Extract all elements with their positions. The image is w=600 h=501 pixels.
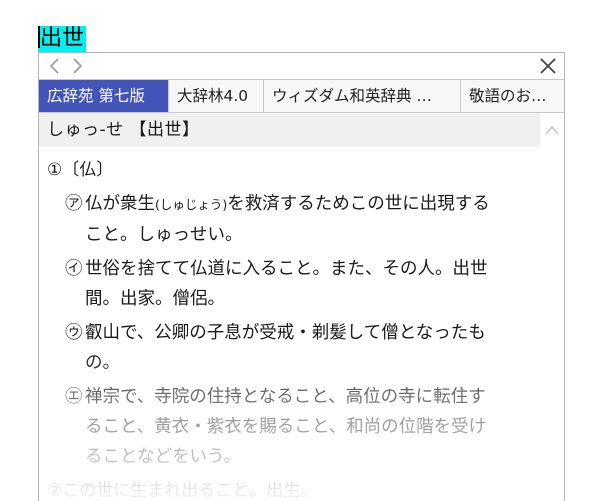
- sense-mark: ㋑: [65, 259, 83, 279]
- sense-text-cont: ること、黄衣・紫衣を賜ること、和尚の位階を受け: [85, 417, 487, 437]
- close-icon[interactable]: [538, 56, 558, 76]
- popup-navbar: [39, 53, 564, 79]
- scroll-up-icon[interactable]: [544, 121, 560, 135]
- reading-gloss: (しゅじょう): [155, 197, 228, 212]
- sense-1c: ㋒叡山で、公卿の子息が受戒・剃髪して僧となったも の。: [65, 318, 540, 378]
- chevron-left-icon[interactable]: [45, 55, 65, 77]
- sense-mark: ㋓: [65, 387, 83, 407]
- selected-word-text: 出世: [40, 26, 85, 51]
- chevron-right-icon[interactable]: [67, 55, 87, 77]
- dictionary-tabs: 広辞苑 第七版 大辞林4.0 ウィズダム和英辞典 … 敬語のお辞典: [39, 79, 564, 113]
- sense-1a: ㋐仏が衆生(しゅじょう)を救済するためこの世に出現する こと。しゅっせい。: [65, 189, 540, 250]
- sense-mark: ㋒: [65, 323, 83, 343]
- sense-mark: ㋐: [65, 194, 83, 214]
- sense-text-cont: ることなどをいう。: [85, 447, 241, 467]
- sense-text-cont: の。: [85, 353, 120, 373]
- sense-text-cont: こと。しゅっせい。: [85, 225, 243, 245]
- entry-body: ①〔仏〕 ㋐仏が衆生(しゅじょう)を救済するためこの世に出現する こと。しゅっせ…: [39, 149, 540, 501]
- tab-koujien[interactable]: 広辞苑 第七版: [39, 80, 169, 112]
- tab-daijirin[interactable]: 大辞林4.0: [169, 80, 264, 112]
- scrollbar[interactable]: [540, 113, 564, 501]
- tab-wisdom-waei[interactable]: ウィズダム和英辞典 …: [264, 80, 461, 112]
- entry-headword: しゅっ‐せ 【出世】: [39, 113, 540, 147]
- sense-text: 世俗を捨てて仏道に入ること。また、その人。出世: [85, 259, 488, 279]
- sense-text: 仏が衆生: [85, 194, 155, 214]
- sense-text-cont: 間。出家。僧侶。: [85, 289, 225, 309]
- selected-word-highlight: 出世: [38, 26, 87, 52]
- sense-1-label: ①〔仏〕: [47, 160, 114, 180]
- sense-text: を救済するためこの世に出現する: [227, 194, 490, 214]
- sense-2: ②この世に生まれ出ること。出生。: [47, 481, 318, 501]
- sense-1b: ㋑世俗を捨てて仏道に入ること。また、その人。出世 間。出家。僧侶。: [65, 254, 540, 314]
- sense-text: 禅宗で、寺院の住持となること、高位の寺に転住す: [85, 387, 486, 407]
- sense-text: 叡山で、公卿の子息が受戒・剃髪して僧となったも: [85, 323, 486, 343]
- dictionary-popup: 広辞苑 第七版 大辞林4.0 ウィズダム和英辞典 … 敬語のお辞典 しゅっ‐せ …: [38, 52, 565, 501]
- tab-keigo[interactable]: 敬語のお辞典: [461, 80, 564, 112]
- sense-1d: ㋓禅宗で、寺院の住持となること、高位の寺に転住す ること、黄衣・紫衣を賜ること、…: [65, 382, 540, 472]
